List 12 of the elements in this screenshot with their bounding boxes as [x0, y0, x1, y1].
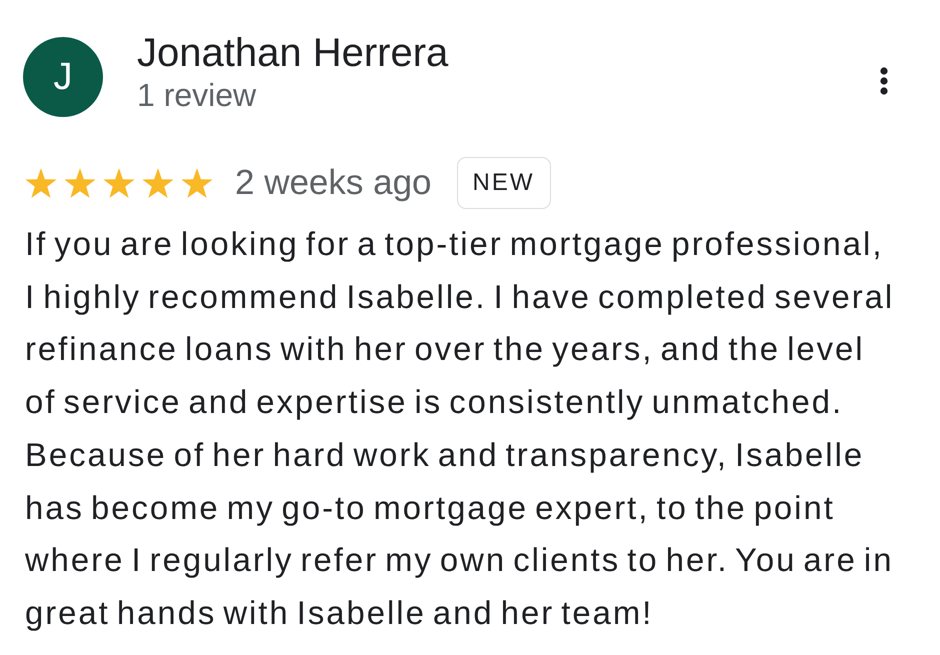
review-text: If you are looking for a top-tier mortgage professional, I highly recommend Isabelle. I have completed several refinance loans with her over the years, and the level of service and expertise is consistently unmatched. Because of her hard work and transparency, Isabelle has become my go-to mortgage expert, to the point where I regularly refer my own clients to her. You are in great hands with Isabelle and her team! [25, 224, 896, 633]
star-icon [103, 168, 135, 198]
more-options-icon[interactable] [880, 67, 888, 95]
new-badge: NEW [456, 157, 551, 209]
avatar: J [23, 37, 103, 117]
review-date: 2 weeks ago [235, 163, 432, 203]
star-icon [64, 168, 96, 198]
star-icon [25, 168, 57, 198]
reviewer-name[interactable]: Jonathan Herrera [137, 30, 448, 76]
review-count: 1 review [137, 76, 256, 114]
star-icon [142, 168, 174, 198]
star-icon [181, 168, 213, 198]
